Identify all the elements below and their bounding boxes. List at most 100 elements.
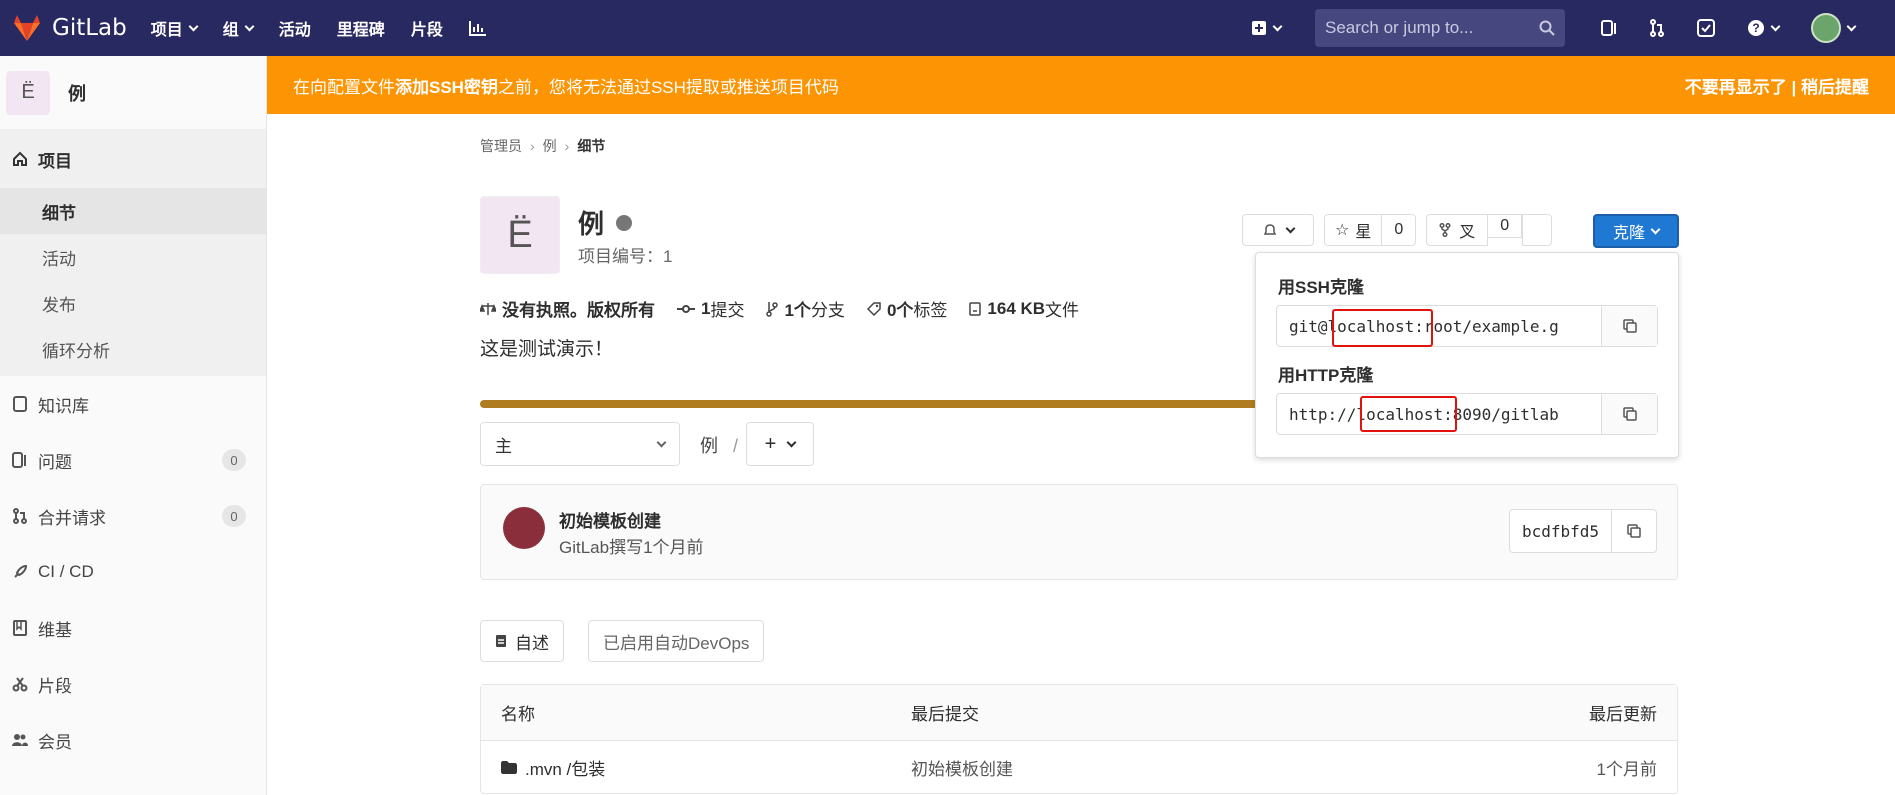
branches-stat[interactable]: 1个 分支: [766, 296, 845, 321]
chevron-down-icon: [1272, 21, 1283, 31]
todos-top-button[interactable]: [1697, 19, 1715, 37]
file-last-commit[interactable]: 初始模板创建: [911, 755, 1013, 780]
snippet-icon: [12, 676, 28, 692]
file-tree-table: 名称 最后提交 最后更新 .mvn /包装 初始模板创建 1个月前: [480, 684, 1678, 794]
search-input[interactable]: Search or jump to...: [1315, 9, 1565, 47]
table-row[interactable]: .mvn /包装 初始模板创建 1个月前: [481, 741, 1677, 793]
nav-groups[interactable]: 组: [223, 16, 255, 40]
files-stat[interactable]: 164 KB 文件: [969, 296, 1079, 321]
star-count[interactable]: 0: [1382, 221, 1415, 239]
top-navbar: GitLab 项目 组 活动 里程碑 片段 Search or jump to.…: [0, 0, 1895, 56]
gitlab-logo[interactable]: GitLab: [12, 14, 151, 42]
file-name-cell[interactable]: .mvn /包装: [501, 755, 605, 780]
project-actions: ☆ 星 0 叉 0: [1242, 214, 1562, 246]
banner-dismiss-links[interactable]: 不要再显示了 | 稍后提醒: [1685, 73, 1869, 98]
star-button-group: ☆ 星 0: [1324, 214, 1417, 246]
breadcrumb-current[interactable]: 细节: [577, 136, 605, 156]
chevron-down-icon: [1650, 224, 1661, 234]
repo-path-separator: /: [733, 436, 739, 456]
tags-stat[interactable]: 0个 标签: [866, 296, 947, 321]
file-icon: [969, 301, 982, 316]
issues-count-badge: 0: [222, 449, 246, 471]
nav-milestones[interactable]: 里程碑: [337, 16, 385, 40]
readme-button[interactable]: 自述: [480, 620, 564, 662]
nav-projects[interactable]: 项目: [151, 16, 199, 40]
star-button[interactable]: ☆ 星: [1325, 215, 1383, 245]
copy-icon: [1622, 407, 1637, 421]
folder-icon: [501, 760, 517, 774]
copy-icon: [1627, 524, 1641, 538]
fork-label: 叉: [1459, 224, 1476, 241]
license-stat[interactable]: 没有执照。版权所有: [480, 296, 655, 321]
globe-icon: [616, 214, 633, 231]
files-size: 164 KB: [987, 298, 1046, 318]
chevron-down-icon: [1846, 21, 1857, 31]
last-commit-box: 初始模板创建 GitLab撰写1个月前 bcdfbfd5: [480, 484, 1678, 580]
tags-count: 0个: [886, 301, 914, 320]
sidebar-item-wiki[interactable]: 维基: [0, 600, 266, 656]
commit-author-avatar[interactable]: [503, 507, 545, 549]
user-menu[interactable]: [1811, 13, 1857, 43]
issues-top-button[interactable]: [1601, 19, 1617, 37]
sidebar-project-name: 例: [68, 83, 86, 104]
copy-http-url-button[interactable]: [1601, 394, 1657, 434]
commit-title[interactable]: 初始模板创建: [559, 507, 661, 532]
sidebar-item-activity[interactable]: 活动: [0, 234, 266, 280]
copy-sha-button[interactable]: [1612, 510, 1656, 552]
users-icon: [12, 733, 28, 747]
notification-dropdown[interactable]: [1242, 214, 1314, 246]
sidebar-item-label: CI / CD: [38, 562, 94, 581]
commits-label: 提交: [710, 301, 745, 320]
breadcrumb-admin[interactable]: 管理员: [480, 136, 522, 156]
sidebar-section-label: 项目: [38, 151, 72, 171]
project-title: 例: [578, 209, 605, 239]
clone-dropdown-button[interactable]: 克隆: [1593, 214, 1679, 248]
sidebar-item-issues[interactable]: 问题 0: [0, 432, 266, 488]
nav-activity[interactable]: 活动: [279, 16, 311, 40]
chevron-down-icon: [1285, 223, 1295, 233]
rocket-icon: [12, 564, 28, 580]
help-dropdown[interactable]: ?: [1747, 19, 1781, 37]
commit-sha[interactable]: bcdfbfd5: [1510, 510, 1612, 552]
brand-name: GitLab: [52, 15, 127, 41]
add-to-tree-button[interactable]: +: [746, 422, 814, 466]
column-last-commit: 最后提交: [911, 705, 979, 724]
repository-icon: [12, 396, 28, 412]
localhost-highlight-http: [1360, 396, 1457, 432]
repo-path-root[interactable]: 例: [700, 436, 718, 456]
sidebar-item-merge-requests[interactable]: 合并请求 0: [0, 488, 266, 544]
commit-subtitle: GitLab撰写1个月前: [559, 538, 704, 557]
fork-button[interactable]: 叉: [1426, 214, 1489, 246]
fork-count[interactable]: 0: [1488, 214, 1523, 238]
avatar: [1811, 13, 1841, 43]
sidebar-item-repository[interactable]: 知识库: [0, 376, 266, 432]
sidebar-item-details[interactable]: 细节: [0, 188, 266, 234]
sidebar-item-project[interactable]: 项目: [0, 130, 266, 188]
sidebar-item-members[interactable]: 会员: [0, 712, 266, 768]
branch-icon: [766, 301, 779, 317]
clone-dropdown-menu: 用SSH克隆 git@localhost:root/example.g 用HTT…: [1255, 252, 1679, 458]
ssh-clone-url[interactable]: git@localhost:root/example.g: [1277, 306, 1601, 346]
merge-requests-top-button[interactable]: [1649, 19, 1665, 37]
project-description: 这是测试演示！: [480, 339, 614, 360]
readme-label: 自述: [515, 633, 549, 653]
sidebar-project-header[interactable]: Ë 例: [0, 56, 266, 130]
project-avatar: Ë: [6, 70, 50, 115]
add-ssh-key-link[interactable]: 添加SSH密钥: [395, 73, 498, 98]
branch-selector[interactable]: 主: [480, 422, 680, 466]
sidebar-item-snippets[interactable]: 片段: [0, 656, 266, 712]
plus-icon: +: [764, 432, 777, 455]
sidebar-item-ci-cd[interactable]: CI / CD: [0, 544, 266, 600]
commits-stat[interactable]: 1 提交: [677, 296, 744, 321]
breadcrumb-project[interactable]: 例: [543, 136, 557, 156]
sidebar-item-cycle-analytics[interactable]: 循环分析: [0, 326, 266, 372]
sidebar-item-label: 知识库: [38, 396, 89, 416]
sidebar-item-releases[interactable]: 发布: [0, 280, 266, 326]
auto-devops-button[interactable]: 已启用自动DevOps: [588, 620, 765, 662]
nav-chart-icon[interactable]: [468, 20, 487, 36]
nav-snippets[interactable]: 片段: [411, 16, 443, 40]
new-item-dropdown[interactable]: [1251, 20, 1283, 36]
page-title: 例: [578, 204, 633, 241]
copy-ssh-url-button[interactable]: [1601, 306, 1657, 346]
project-avatar-large: Ë: [480, 196, 560, 274]
